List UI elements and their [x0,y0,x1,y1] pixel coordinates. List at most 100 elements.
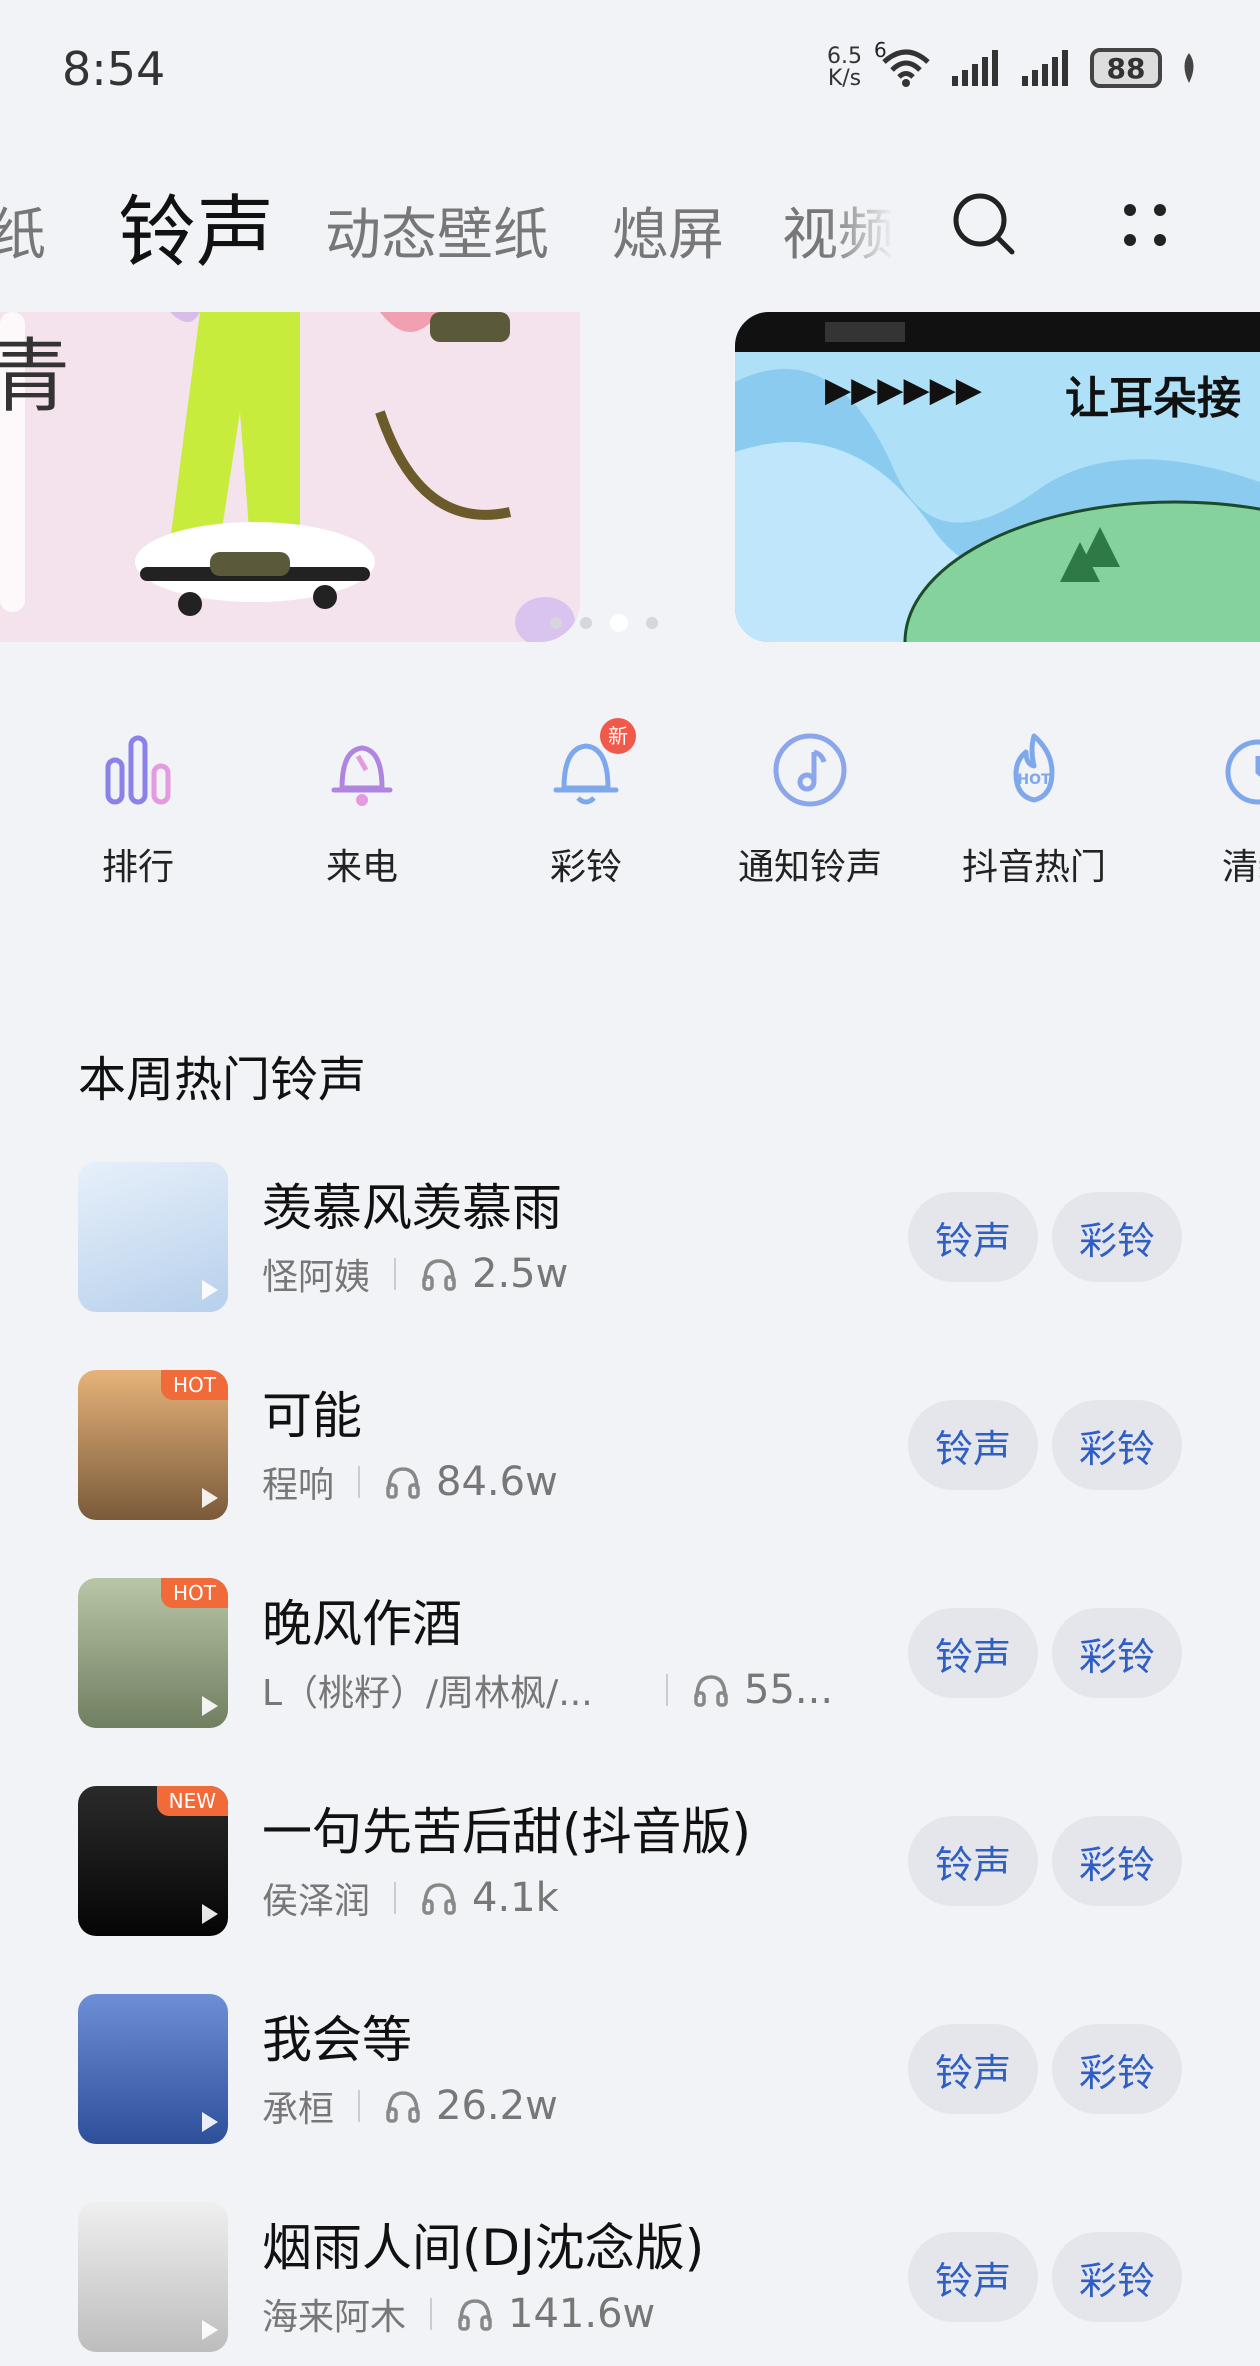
set-color-ring-button[interactable]: 彩铃 [1052,2232,1182,2322]
banner-right-text: 让耳朵接 [1065,373,1241,424]
song-cover[interactable]: HOT [78,1578,228,1728]
song-artist: 承桓 [262,2089,335,2130]
set-ringtone-button[interactable]: 铃声 [908,1608,1038,1698]
music-note-icon [773,733,847,807]
meta-divider [666,1674,668,1706]
song-cover[interactable]: HOT [78,1370,228,1520]
category-label: 抖音热门 [961,847,1106,888]
song-row[interactable]: 羡慕风羡慕雨 怪阿姨 2.5w 铃声 彩铃 [0,1162,1260,1322]
song-title: 烟雨人间(DJ沈念版) [262,2219,705,2277]
song-meta: 侯泽润 4.1k [262,1872,559,1924]
song-meta: 海来阿木 141.6w [262,2288,655,2340]
category-color-ring[interactable]: 新 彩铃 [486,718,686,890]
play-icon [202,1696,218,1716]
battery-icon: 88 [1090,48,1162,88]
set-ringtone-button[interactable]: 铃声 [908,1400,1038,1490]
play-icon [202,1280,218,1300]
category-notification[interactable]: 通知铃声 [710,730,910,890]
headphone-icon [386,2091,420,2123]
carousel-indicator [550,614,658,632]
category-douyin-hot[interactable]: HOT 抖音热门 [934,730,1134,890]
play-icon [202,1904,218,1924]
set-ringtone-button[interactable]: 铃声 [908,2232,1038,2322]
song-artist: 怪阿姨 [262,1257,371,1298]
song-row[interactable]: 烟雨人间(DJ沈念版) 海来阿木 141.6w 铃声 彩铃 [0,2202,1260,2362]
song-title: 羡慕风羡慕雨 [262,1179,562,1237]
set-ringtone-button[interactable]: 铃声 [908,1192,1038,1282]
set-color-ring-button[interactable]: 彩铃 [1052,1400,1182,1490]
headphone-icon [422,1259,456,1291]
set-ringtone-button[interactable]: 铃声 [908,1816,1038,1906]
meta-divider [394,1882,397,1914]
banner-left-illustration [0,312,580,642]
signal-icon-2 [1020,48,1072,88]
headphone-icon [386,1467,420,1499]
play-icon [202,2320,218,2340]
song-artist: L（桃籽）/周林枫/... [262,1673,593,1714]
song-cover[interactable] [78,1162,228,1312]
category-label: 排行 [101,847,174,888]
play-count: 141.6w [508,2291,656,2337]
carousel-dot [580,617,592,629]
banner-left[interactable]: 青 [0,312,580,642]
set-ringtone-button[interactable]: 铃声 [908,2024,1038,2114]
wifi-label: 6 [874,38,887,62]
song-title: 一句先苦后甜(抖音版) [262,1803,752,1861]
meta-divider [358,1466,361,1498]
tab-aod[interactable]: 熄屏 [612,190,724,271]
category-fresh[interactable]: 清新 [1158,730,1260,890]
headphone-icon [458,2299,492,2331]
set-color-ring-button[interactable]: 彩铃 [1052,1816,1182,1906]
song-artist: 程响 [262,1465,335,1506]
set-color-ring-button[interactable]: 彩铃 [1052,1192,1182,1282]
song-artist: 海来阿木 [262,2297,407,2338]
category-ranking[interactable]: 排行 [38,730,238,890]
search-icon[interactable] [950,190,1020,260]
song-row[interactable]: 我会等 承桓 26.2w 铃声 彩铃 [0,1994,1260,2154]
banner-arrows: ▶▶▶▶▶▶ [825,370,982,410]
play-count: 4.1k [472,1875,559,1921]
song-artist: 侯泽润 [262,1881,371,1922]
song-meta: 程响 84.6w [262,1456,558,1508]
hot-badge: HOT [161,1370,228,1400]
song-cover[interactable]: NEW [78,1786,228,1936]
set-color-ring-button[interactable]: 彩铃 [1052,2024,1182,2114]
play-icon [202,2112,218,2132]
song-row[interactable]: HOT 晚风作酒 L（桃籽）/周林枫/... 55... 铃声 彩铃 [0,1578,1260,1738]
song-row[interactable]: HOT 可能 程响 84.6w 铃声 彩铃 [0,1370,1260,1530]
hot-flame-icon: HOT [1013,733,1055,803]
song-cover[interactable] [78,2202,228,2352]
bar-chart-icon [105,735,171,805]
banner-left-text: 青 [0,330,70,423]
wifi-icon: 6 [874,38,932,88]
meta-divider [430,2298,433,2330]
clock-icon [1225,739,1260,805]
play-icon [202,1488,218,1508]
more-grid-icon[interactable] [1110,190,1180,260]
headphone-icon [422,1883,456,1915]
bell-call-icon [331,745,393,806]
tab-live-wallpaper[interactable]: 动态壁纸 [325,190,549,271]
carousel-dot [646,617,658,629]
hot-icon-text: HOT [1017,772,1051,788]
status-time: 8:54 [62,42,166,96]
tab-wallpaper[interactable]: 纸 [0,190,46,271]
song-row[interactable]: NEW 一句先苦后甜(抖音版) 侯泽润 4.1k 铃声 彩铃 [0,1786,1260,1946]
play-count: 2.5w [472,1251,569,1297]
network-speed-value: 6.5 [827,44,862,69]
play-count: 84.6w [436,1459,558,1505]
tab-video[interactable]: 视频 [782,190,894,271]
network-speed: 6.5 K/s [827,46,862,90]
song-title: 我会等 [262,2011,412,2069]
new-badge: NEW [156,1786,228,1816]
hot-badge: HOT [161,1578,228,1608]
set-color-ring-button[interactable]: 彩铃 [1052,1608,1182,1698]
song-cover[interactable] [78,1994,228,2144]
tab-ringtone[interactable]: 铃声 [118,170,274,282]
category-label: 清新 [1221,847,1260,888]
leaf-icon [1184,53,1194,83]
meta-divider [394,1258,397,1290]
banner-right[interactable]: ▶▶▶▶▶▶ 让耳朵接 [735,312,1260,642]
category-incoming-call[interactable]: 来电 [262,730,462,890]
carousel-dot-active [610,614,628,632]
